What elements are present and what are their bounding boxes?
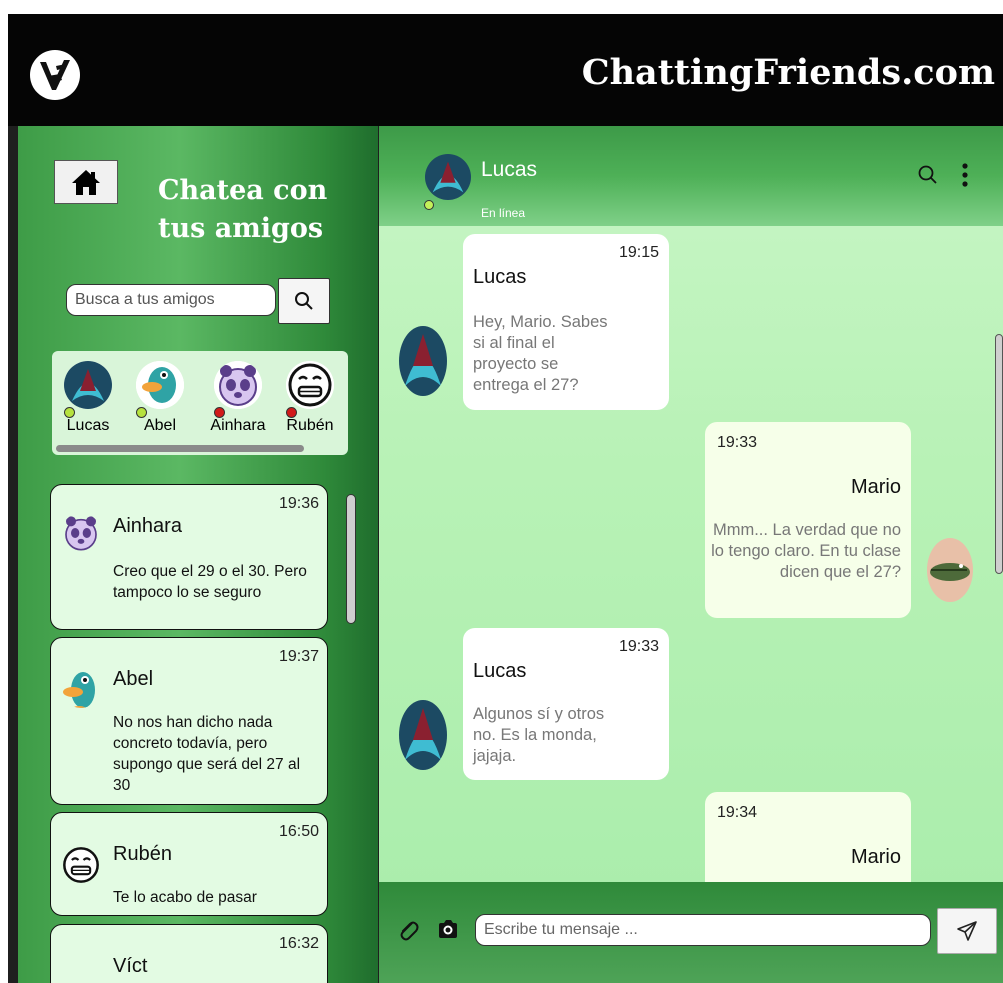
message-time: 19:34 (717, 804, 758, 821)
chat-last-message: Creo que el 29 o el 30. Pero tampoco lo … (113, 563, 307, 601)
friend-search-input[interactable] (66, 284, 276, 316)
message-time: 19:33 (618, 638, 659, 655)
search-icon (295, 292, 313, 310)
message-sender: Lucas (473, 266, 527, 288)
home-icon (72, 170, 100, 195)
message-bubble-outgoing: 19:34 Mario (705, 792, 911, 882)
message-bubble-incoming: 19:33 Lucas Algunos sí y otros no. Es la… (463, 628, 669, 780)
friend-item-ruben[interactable]: Rubén (274, 361, 346, 435)
panda-avatar (214, 361, 262, 409)
send-button[interactable] (937, 908, 997, 954)
friend-name: Ainhara (210, 417, 266, 434)
chat-time: 16:32 (278, 935, 319, 952)
chat-list-scrollbar[interactable] (346, 494, 356, 624)
friend-name: Lucas (66, 417, 110, 434)
chat-list-item-ainhara[interactable]: 19:36 Ainhara Creo que el 29 o el 30. Pe… (50, 484, 328, 630)
sidebar-title: Chatea con tus amigos (158, 175, 328, 244)
more-options-icon[interactable] (961, 162, 969, 188)
platypus-avatar (61, 668, 101, 708)
offline-status-dot (286, 407, 297, 418)
message-sender: Mario (850, 476, 901, 498)
dragon-avatar (399, 326, 447, 396)
chat-time: 16:50 (278, 823, 319, 840)
message-sender: Mario (850, 846, 901, 868)
chat-time: 19:36 (278, 495, 319, 512)
friend-item-ainhara[interactable]: Ainhara (202, 361, 274, 435)
site-title: ChattingFriends.com (581, 52, 995, 93)
dragon-avatar (64, 361, 112, 409)
message-area: 19:15 Lucas Hey, Mario. Sabes si al fina… (379, 226, 1003, 882)
online-status-dot (64, 407, 75, 418)
friend-item-abel[interactable]: Abel (124, 361, 196, 435)
conversation-panel: Lucas En línea 19:15 Lucas Hey, Mario. S… (379, 126, 1003, 983)
message-area-scrollbar[interactable] (995, 334, 1003, 574)
message-text: Algunos sí y otros no. Es la monda, jaja… (473, 705, 605, 765)
friends-strip: Lucas Abel Ainhara Rubén (52, 351, 348, 455)
message-bubble-outgoing: 19:33 Mario Mmm... La verdad que no lo t… (705, 422, 911, 618)
message-composer (379, 882, 1003, 983)
panda-avatar (61, 513, 101, 553)
chat-time: 19:37 (278, 648, 319, 665)
friend-search-button[interactable] (278, 278, 330, 324)
sidebar: Chatea con tus amigos Lucas (18, 126, 378, 983)
dragon-avatar (399, 700, 447, 770)
chat-contact-name: Ainhara (113, 515, 182, 537)
chat-last-message: No nos han dicho nada concreto todavía, … (113, 714, 301, 794)
platypus-avatar (136, 361, 184, 409)
search-icon[interactable] (917, 164, 939, 186)
message-sender: Lucas (473, 660, 527, 682)
home-button[interactable] (54, 160, 118, 204)
chat-last-message: Te lo acabo de pasar (113, 889, 257, 906)
message-text: Hey, Mario. Sabes si al final el proyect… (473, 313, 608, 394)
online-status-dot (424, 200, 434, 210)
friend-name: Rubén (286, 417, 334, 434)
friend-item-lucas[interactable]: Lucas (52, 361, 124, 435)
chat-list-item-abel[interactable]: 19:37 Abel No nos han dicho nada concret… (50, 637, 328, 805)
chat-contact-name: Rubén (113, 843, 172, 865)
message-time: 19:33 (717, 434, 758, 451)
message-time: 19:15 (618, 244, 659, 261)
crocodile-avatar (927, 538, 973, 602)
online-status-dot (136, 407, 147, 418)
grimace-avatar (286, 361, 334, 409)
message-text: Mmm... La verdad que no lo tengo claro. … (711, 521, 901, 581)
dragon-avatar[interactable] (425, 154, 471, 200)
paperclip-icon[interactable] (397, 918, 419, 942)
chat-contact-name: Víct (113, 955, 148, 977)
hand-logo-icon[interactable] (30, 50, 80, 100)
message-input[interactable] (475, 914, 931, 946)
message-bubble-incoming: 19:15 Lucas Hey, Mario. Sabes si al fina… (463, 234, 669, 410)
top-header: ChattingFriends.com (8, 14, 1003, 126)
friends-strip-scrollbar[interactable] (56, 445, 304, 452)
send-icon (957, 921, 977, 941)
conversation-header: Lucas En línea (379, 126, 1003, 226)
chat-contact-name: Abel (113, 668, 154, 690)
friend-name: Abel (143, 417, 177, 434)
chat-list-item-vict[interactable]: 16:32 Víct (50, 924, 328, 983)
grimace-avatar (61, 845, 101, 885)
contact-status: En línea (481, 206, 526, 220)
offline-status-dot (214, 407, 225, 418)
chat-list-item-ruben[interactable]: 16:50 Rubén Te lo acabo de pasar (50, 812, 328, 916)
app-frame: ChattingFriends.com Chatea con tus amigo… (8, 14, 1003, 983)
camera-icon[interactable] (437, 918, 459, 940)
conversation-contact-name: Lucas (481, 158, 538, 181)
